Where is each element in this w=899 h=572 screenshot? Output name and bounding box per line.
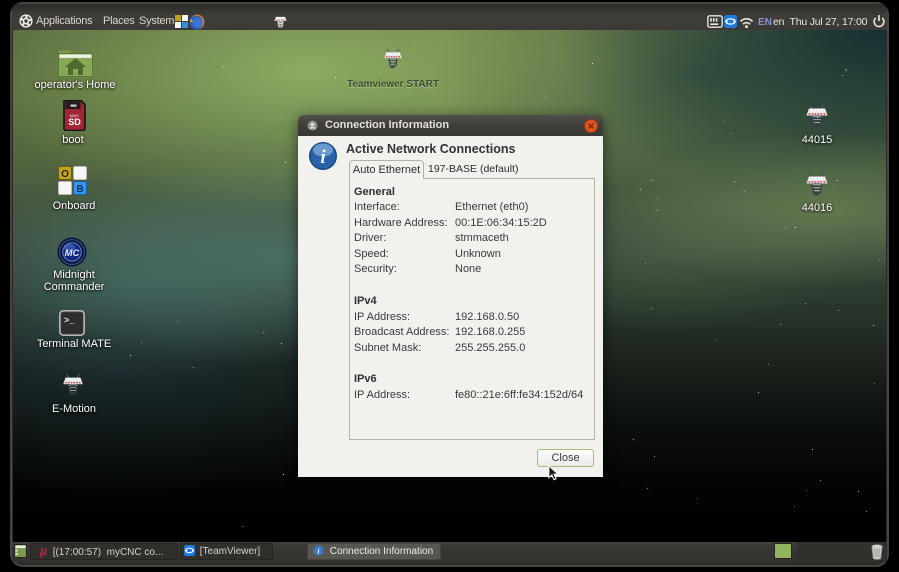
svg-text:SD: SD (68, 117, 81, 127)
svg-text:MC: MC (65, 248, 80, 259)
svg-text:O: O (61, 169, 69, 180)
svg-text:>_: >_ (64, 316, 75, 326)
svg-text:B: B (76, 184, 83, 195)
svg-text:i: i (320, 147, 326, 168)
